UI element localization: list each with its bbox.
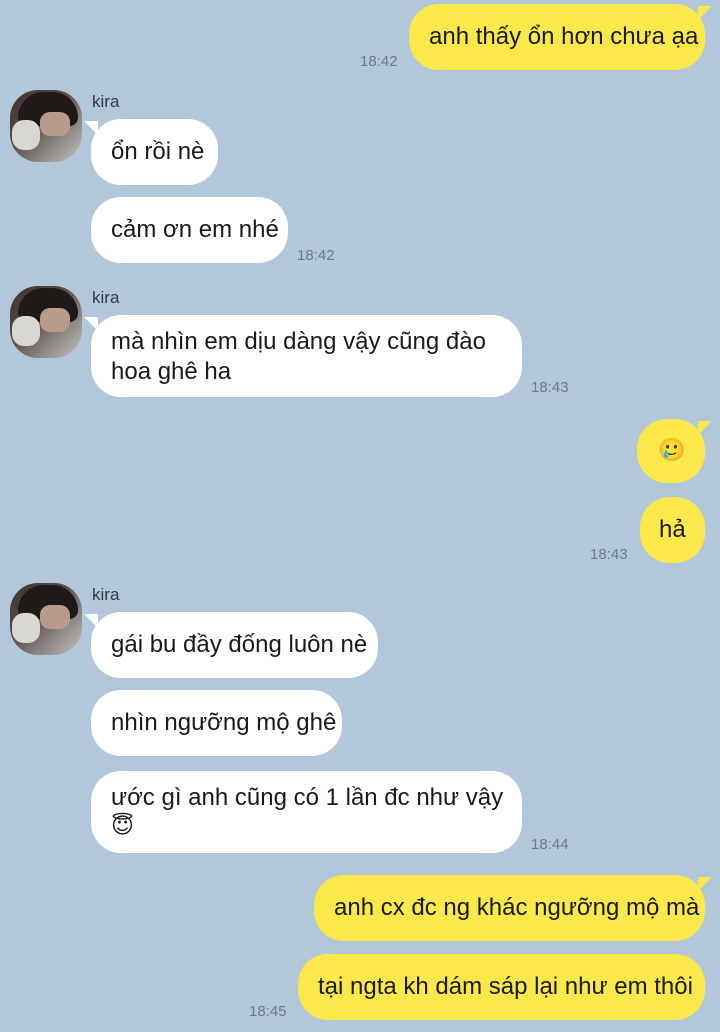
contact-name: kira [92, 288, 120, 307]
message-bubble-incoming[interactable]: mà nhìn em dịu dàng vậy cũng đào hoa ghê… [84, 315, 522, 397]
contact-name: kira [92, 585, 120, 604]
avatar-face [40, 605, 70, 629]
message-bubble-incoming[interactable]: nhìn ngưỡng mộ ghê [91, 690, 342, 756]
avatar-cat [12, 613, 40, 643]
message-text: anh cx đc ng khác ngưỡng mộ mà [334, 894, 700, 921]
message-bubble-incoming[interactable]: gái bu đầy đống luôn nè [84, 612, 378, 678]
message-text: tại ngta kh dám sáp lại như em thôi [318, 973, 693, 1000]
message-text: gái bu đầy đống luôn nè [111, 631, 368, 658]
crying-smile-emoji-icon: 🥲 [658, 437, 686, 462]
contact-avatar[interactable] [10, 583, 82, 655]
contact-avatar[interactable] [10, 286, 82, 358]
message-text: cảm ơn em nhé [111, 216, 279, 243]
message-text: nhìn ngưỡng mộ ghê [111, 709, 337, 736]
message-text: anh thấy ổn hơn chưa ạa [429, 23, 699, 50]
message-bubble-incoming[interactable]: ổn rồi nè [84, 119, 218, 185]
message-text: mà nhìn em dịu dàng vậy cũng đào [111, 328, 486, 355]
message-bubble-outgoing[interactable]: anh thấy ổn hơn chưa ạa [409, 4, 712, 70]
message-bubble-outgoing[interactable]: 🥲 [637, 419, 712, 483]
halo-smile-emoji-icon: 😇 [111, 813, 134, 838]
message-timestamp: 18:42 [297, 247, 335, 264]
message-text-line2: hoa ghê ha [111, 358, 232, 385]
message-timestamp: 18:43 [531, 379, 569, 396]
message-text: ổn rồi nè [111, 138, 205, 165]
message-timestamp: 18:43 [590, 546, 628, 563]
avatar-face [40, 112, 70, 136]
message-bubble-outgoing[interactable]: anh cx đc ng khác ngưỡng mộ mà [314, 875, 712, 941]
message-timestamp: 18:45 [249, 1003, 287, 1020]
message-bubble-incoming[interactable]: ước gì anh cũng có 1 lần đc như vậy 😇 [91, 771, 522, 853]
avatar-cat [12, 120, 40, 150]
message-bubble-incoming[interactable]: cảm ơn em nhé [91, 197, 288, 263]
contact-avatar[interactable] [10, 90, 82, 162]
message-text: hả [659, 516, 686, 543]
message-bubble-outgoing[interactable]: tại ngta kh dám sáp lại như em thôi [298, 954, 705, 1020]
contact-name: kira [92, 92, 120, 111]
message-text: ước gì anh cũng có 1 lần đc như vậy [111, 784, 504, 811]
avatar-cat [12, 316, 40, 346]
avatar-face [40, 308, 70, 332]
message-bubble-outgoing[interactable]: hả [640, 497, 705, 563]
message-timestamp: 18:42 [360, 53, 398, 70]
message-timestamp: 18:44 [531, 836, 569, 853]
